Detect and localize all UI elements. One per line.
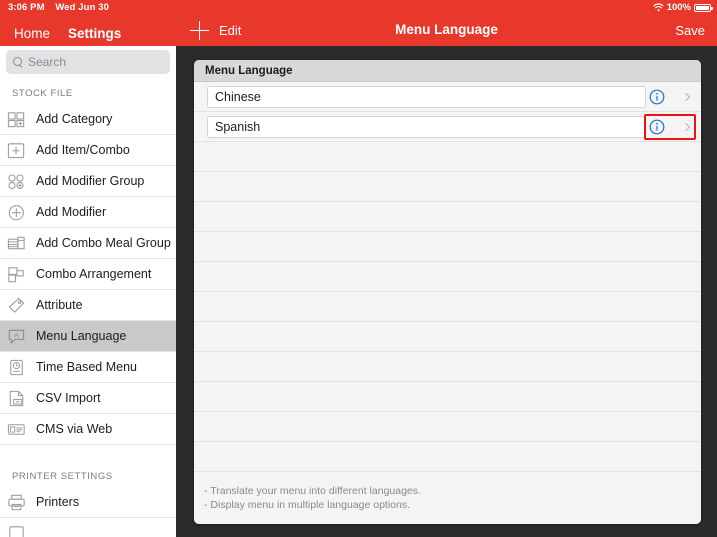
sidebar-status-bar: 3:06 PM Wed Jun 30 [8,2,109,13]
empty-rows-container [194,142,701,472]
search-input[interactable]: Search [28,55,66,69]
save-button[interactable]: Save [675,23,705,38]
combo-arrangement-icon [8,266,24,282]
footer-line-1: - Translate your menu into different lan… [204,485,421,497]
sidebar-item-time-based-menu[interactable]: Time Based Menu [0,352,176,383]
page-title: Menu Language [395,22,498,37]
status-bar-right: 100% [653,2,713,13]
sidebar-item-add-modifier[interactable]: Add Modifier [0,197,176,228]
sidebar-item-cms-via-web[interactable]: CMS via Web [0,414,176,445]
table-row[interactable] [194,112,701,142]
sidebar-section-gap [0,445,176,461]
printer-icon [8,494,25,510]
sidebar-item-label: CSV Import [36,391,101,405]
table-row-empty[interactable] [194,442,701,472]
sidebar-nav: Home Settings [0,20,176,46]
sidebar-item-partial[interactable] [0,518,176,537]
table-row-empty[interactable] [194,262,701,292]
tag-icon [8,297,25,313]
svg-text:A: A [14,332,19,339]
row-actions [646,86,694,108]
sidebar-item-menu-language[interactable]: A Menu Language [0,321,176,352]
search-icon [13,57,23,67]
sidebar-item-label: CMS via Web [36,422,113,436]
sidebar-item-printers[interactable]: Printers [0,487,176,518]
add-category-icon [7,111,25,127]
table-row-empty[interactable] [194,142,701,172]
sidebar-item-csv-import[interactable]: CSV Import [0,383,176,414]
document-icon [9,525,24,537]
sidebar-item-label: Time Based Menu [36,360,137,374]
sidebar-item-label: Add Modifier Group [36,174,145,188]
row-actions-highlighted [644,114,696,140]
cms-via-web-icon [7,423,25,435]
sidebar-item-add-category[interactable]: Add Category [0,104,176,135]
chevron-right-icon[interactable] [681,122,691,132]
add-modifier-group-icon [8,173,24,189]
battery-full-icon [694,3,713,12]
sidebar-section-label-printer-settings: PRINTER SETTINGS [0,461,176,487]
status-date: Wed Jun 30 [55,2,109,13]
battery-percent-label: 100% [666,2,691,13]
sidebar-item-label: Printers [36,495,80,509]
chevron-right-icon[interactable] [681,92,691,102]
sidebar-item-label: Menu Language [36,329,127,343]
csv-import-icon [9,390,24,406]
sidebar-item-label: Combo Arrangement [36,267,152,281]
top-toolbar: 100% Edit Menu Language Save [176,0,717,46]
table-row-empty[interactable] [194,352,701,382]
menu-language-icon: A [8,329,25,344]
time-based-menu-icon [10,359,23,375]
sidebar-item-attribute[interactable]: Attribute [0,290,176,321]
footer-line-2: - Display menu in multiple language opti… [204,499,411,511]
menu-language-panel: Menu Language Chinese Spanish - Translat… [194,60,701,524]
table-row-empty[interactable] [194,202,701,232]
sidebar-item-label: Add Modifier [36,205,107,219]
sidebar-item-add-item-combo[interactable]: Add Item/Combo [0,135,176,166]
nav-settings-title: Settings [68,25,122,41]
sidebar-section-label-stock-file: STOCK FILE [0,78,176,104]
sidebar-header: 3:06 PM Wed Jun 30 Home Settings [0,0,176,46]
nav-home-button[interactable]: Home [14,26,50,41]
sidebar-item-add-combo-meal-group[interactable]: Add Combo Meal Group [0,228,176,259]
sidebar-item-combo-arrangement[interactable]: Combo Arrangement [0,259,176,290]
table-row-empty[interactable] [194,382,701,412]
table-row[interactable] [194,82,701,112]
add-item-combo-icon [7,142,25,158]
add-combo-meal-group-icon [7,236,25,249]
table-row-empty[interactable] [194,322,701,352]
info-icon[interactable] [649,89,665,105]
sidebar-item-label: Add Combo Meal Group [36,236,171,250]
table-row-empty[interactable] [194,412,701,442]
wifi-icon [653,3,664,12]
info-icon[interactable] [649,119,665,135]
panel-header: Menu Language [194,60,701,82]
app-root: 3:06 PM Wed Jun 30 Home Settings Search … [0,0,717,537]
search-bar-container: Search [0,46,176,78]
sidebar-item-label: Add Category [36,112,113,126]
sidebar-item-label: Attribute [36,298,83,312]
toolbar-row: Edit Menu Language Save [176,18,717,46]
search-box[interactable]: Search [6,50,170,74]
table-row-empty[interactable] [194,172,701,202]
language-input[interactable] [207,86,646,108]
language-input[interactable] [207,116,646,138]
panel-footer: - Translate your menu into different lan… [194,478,701,524]
sidebar: 3:06 PM Wed Jun 30 Home Settings Search … [0,0,176,537]
add-modifier-icon [8,204,24,220]
sidebar-item-add-modifier-group[interactable]: Add Modifier Group [0,166,176,197]
status-time: 3:06 PM [8,2,45,13]
table-row-empty[interactable] [194,292,701,322]
table-row-empty[interactable] [194,232,701,262]
sidebar-item-label: Add Item/Combo [36,143,130,157]
